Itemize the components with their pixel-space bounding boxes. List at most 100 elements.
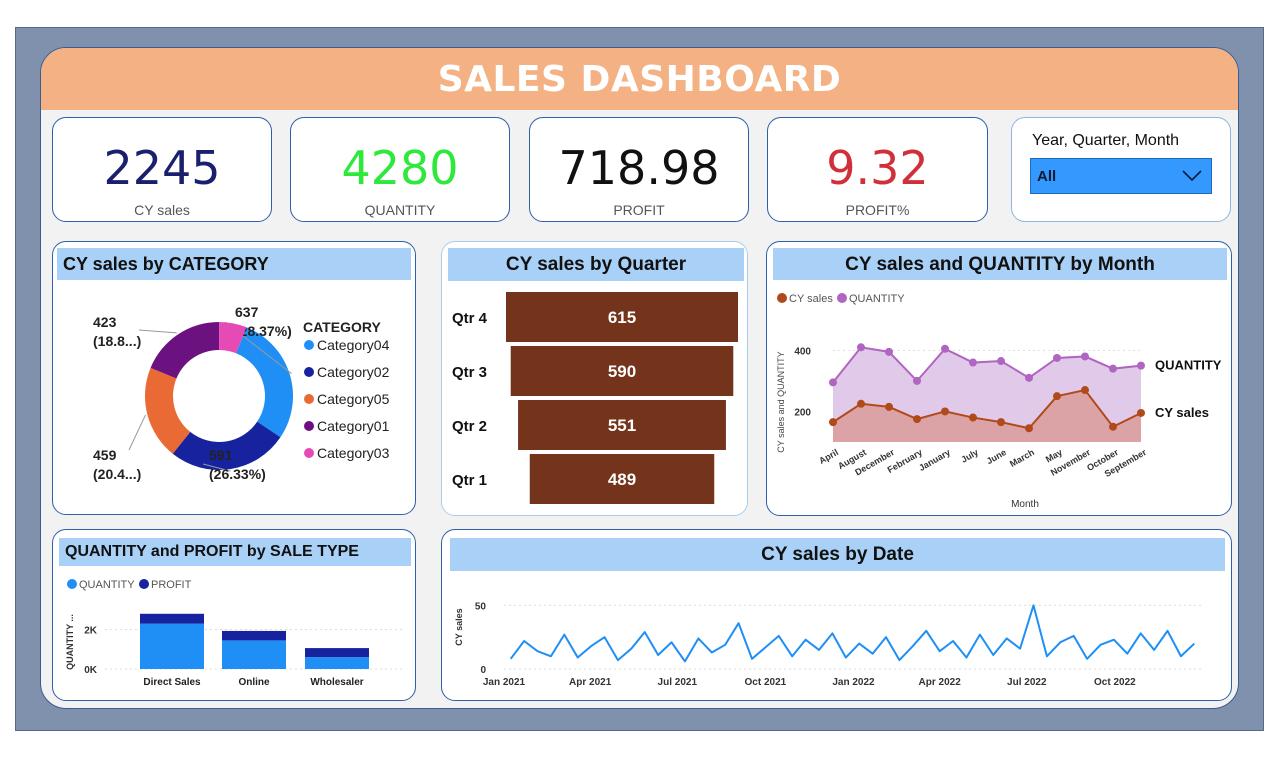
slice-percent-label: (18.8...) [93, 333, 141, 349]
data-point [1109, 364, 1117, 373]
kpi-card-cy-sales: 2245 CY sales [52, 117, 272, 222]
data-point [1025, 424, 1033, 433]
bar-segment-quantity [222, 640, 286, 669]
data-point [1053, 392, 1061, 401]
x-tick-label: Jul 2021 [658, 677, 698, 688]
leader-line [128, 414, 146, 451]
bar-segment-profit [222, 630, 286, 641]
bar-segment-quantity [305, 657, 369, 669]
card-sales-quantity-by-month: CY sales and QUANTITY by Month CY sales Q… [766, 241, 1232, 516]
funnel-value-label: 489 [608, 470, 636, 489]
legend-marker [67, 579, 77, 589]
legend-title: CATEGORY [303, 319, 381, 335]
bar-segment-quantity [140, 623, 204, 669]
kpi-label: CY sales [134, 202, 190, 218]
legend-label: QUANTITY [79, 579, 135, 591]
data-point [969, 358, 977, 367]
x-tick-label: Wholesaler [310, 677, 363, 688]
y-tick-label: 2K [84, 626, 98, 637]
data-point [913, 376, 921, 385]
x-axis-title: Month [1011, 499, 1039, 510]
kpi-value: 718.98 [558, 141, 720, 195]
x-tick-label: Apr 2021 [569, 677, 612, 688]
legend-marker [304, 421, 314, 431]
x-tick-label: Jan 2022 [832, 677, 875, 688]
y-tick-label: 0 [480, 665, 486, 676]
data-point [885, 402, 893, 411]
legend-label: CY sales [789, 293, 833, 305]
kpi-value: 2245 [103, 141, 221, 195]
x-tick-label: June [985, 447, 1008, 466]
kpi-label: QUANTITY [364, 202, 436, 218]
x-tick-label: Jan 2021 [483, 677, 526, 688]
y-axis-title: QUANTITY ... [65, 614, 75, 670]
legend-marker [304, 394, 314, 404]
leader-line [138, 329, 177, 334]
series-end-label: CY sales [1155, 405, 1209, 420]
legend-marker [304, 340, 314, 350]
x-tick-label: January [917, 447, 952, 473]
quarter-label: Qtr 3 [452, 364, 487, 381]
funnel-value-label: 551 [608, 416, 636, 435]
x-tick-label: Direct Sales [143, 677, 201, 688]
card-cy-sales-by-category: CY sales by CATEGORY 637 (28.37%) 591 (26.3… [52, 241, 416, 515]
funnel-chart: Qtr 4 615 Qtr 3 590 Qtr 2 551 Qtr 1 489 [452, 292, 738, 504]
x-tick-label: March [1008, 447, 1036, 469]
data-point [1081, 352, 1089, 361]
kpi-card-quantity: 4280 QUANTITY [290, 117, 510, 222]
slice-value-label: 591 [209, 447, 233, 463]
donut-chart: 637(28.37%)591(26.33%)459(20.4...)423(18… [93, 304, 390, 482]
legend-marker [304, 448, 314, 458]
funnel-value-label: 615 [608, 308, 636, 327]
card-quantity-profit-by-sale-type: QUANTITY and PROFIT by SALE TYPE QUANTIT… [52, 529, 416, 701]
kpi-value: 9.32 [826, 141, 929, 195]
data-point [1025, 373, 1033, 382]
slice-value-label: 459 [93, 447, 117, 463]
kpi-label: PROFIT% [845, 202, 910, 218]
series-end-label: QUANTITY [1155, 358, 1222, 373]
legend-label: Category02 [317, 364, 390, 380]
y-tick-label: 0K [84, 665, 98, 676]
slice-percent-label: (20.4...) [93, 466, 141, 482]
legend-label: Category04 [317, 337, 390, 353]
data-point [1137, 408, 1145, 417]
bar-segment-profit [305, 648, 369, 658]
title-banner: SALES DASHBOARD [41, 48, 1238, 110]
slice-value-label: 637 [235, 304, 259, 320]
data-point [997, 418, 1005, 427]
legend-label: Category01 [317, 418, 390, 434]
y-tick-label: 200 [794, 407, 811, 418]
x-tick-label: Jul 2022 [1007, 677, 1047, 688]
funnel-value-label: 590 [608, 362, 636, 381]
data-point [829, 418, 837, 427]
slice-value-label: 423 [93, 314, 117, 330]
date-line-chart: CY sales 0 50 Jan 2021 Apr 2021 Jul 2021 Oct 2… [454, 601, 1202, 688]
legend-label: Category05 [317, 391, 390, 407]
date-slicer: Year, Quarter, Month All [1011, 117, 1231, 222]
quarter-label: Qtr 4 [452, 310, 488, 327]
bar-segment-profit [140, 613, 204, 624]
kpi-label: PROFIT [613, 202, 665, 218]
month-area-chart: CY sales QUANTITY CY sales and QUANTITY 200… [776, 293, 1222, 510]
y-tick-label: 50 [475, 601, 487, 612]
slicer-dropdown[interactable]: All [1030, 158, 1212, 194]
donut-slice [150, 322, 220, 379]
donut-slice [236, 327, 293, 438]
kpi-card-profit: 718.98 PROFIT [529, 117, 749, 222]
legend-marker [837, 293, 847, 303]
x-tick-label: Oct 2021 [745, 677, 787, 688]
card-cy-sales-by-date: CY sales by Date CY sales 0 50 Jan 2021 Apr … [441, 529, 1232, 701]
card-cy-sales-by-quarter: CY sales by Quarter Qtr 4 615 Qtr 3 590 Qtr … [441, 241, 748, 516]
data-point [913, 415, 921, 424]
legend-marker [139, 579, 149, 589]
kpi-card-profit-pct: 9.32 PROFIT% [767, 117, 988, 222]
slicer-value: All [1037, 168, 1057, 185]
x-tick-label: July [959, 447, 980, 465]
x-tick-label: Apr 2022 [919, 677, 962, 688]
data-point [1081, 386, 1089, 395]
data-point [941, 344, 949, 353]
legend-label: QUANTITY [849, 293, 905, 305]
data-point [829, 378, 837, 387]
series-line [509, 604, 1196, 663]
legend-label: Category03 [317, 445, 390, 461]
